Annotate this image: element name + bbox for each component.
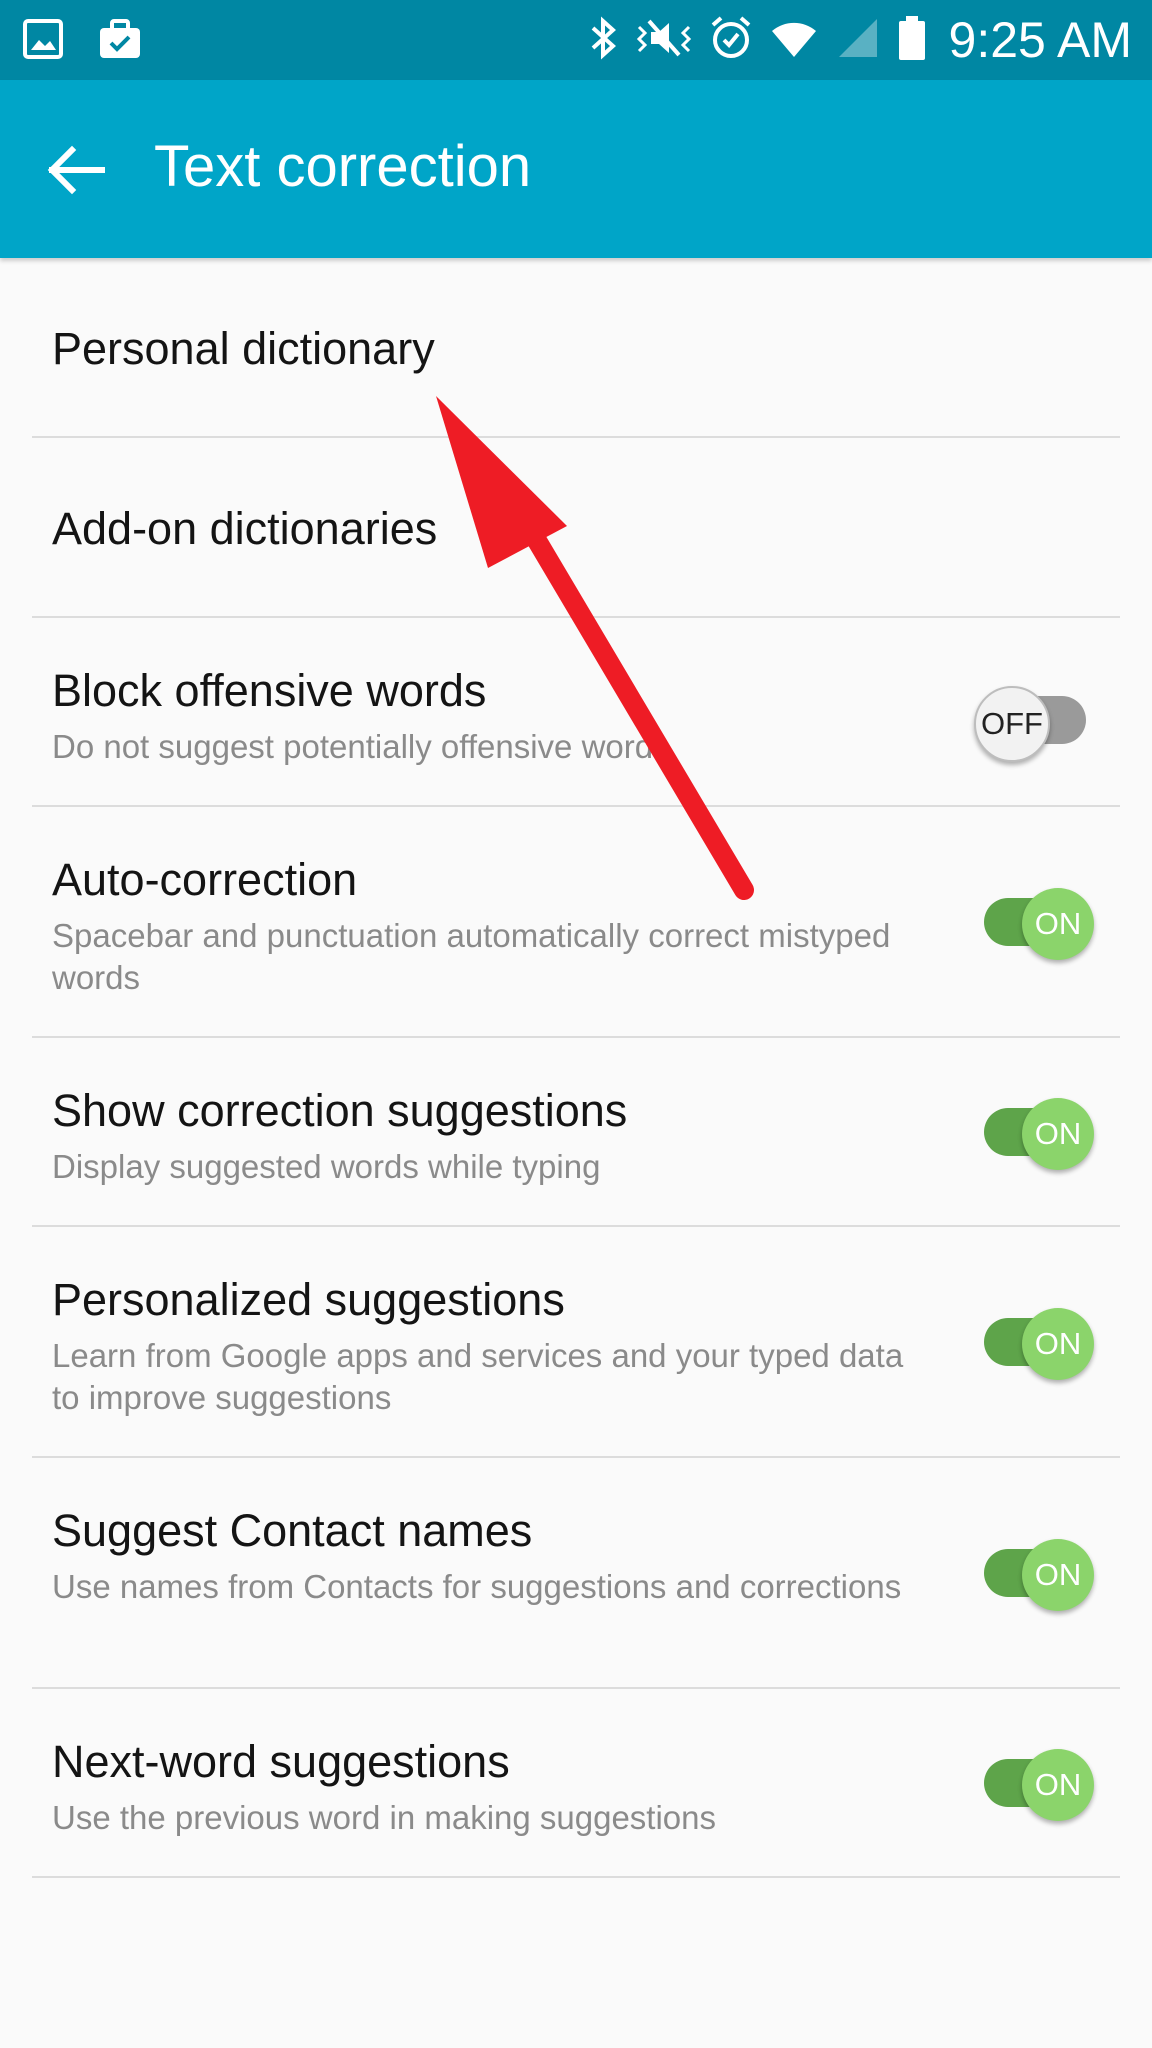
auto-correction-toggle[interactable]: ON (974, 874, 1094, 960)
settings-list: Personal dictionary Add-on dictionaries … (0, 258, 1152, 1878)
setting-title: Show correction suggestions (52, 1085, 628, 1136)
setting-title: Personalized suggestions (52, 1274, 565, 1325)
page-title: Text correction (154, 134, 532, 199)
app-bar: Text correction (0, 80, 1152, 258)
toggle-thumb: OFF (974, 686, 1050, 762)
setting-suggest-contact-names[interactable]: Suggest Contact names Use names from Con… (0, 1458, 1152, 1689)
next-word-suggestions-toggle[interactable]: ON (974, 1735, 1094, 1821)
setting-add-on-dictionaries[interactable]: Add-on dictionaries (0, 438, 1152, 618)
battery-icon (897, 14, 927, 67)
setting-title: Personal dictionary (52, 323, 435, 374)
setting-personalized-suggestions[interactable]: Personalized suggestions Learn from Goog… (0, 1227, 1152, 1458)
suggest-contact-names-toggle[interactable]: ON (974, 1525, 1094, 1611)
vibrate-icon (635, 15, 693, 66)
wifi-icon (769, 15, 819, 66)
toggle-thumb: ON (1022, 1539, 1094, 1611)
toggle-thumb: ON (1022, 1098, 1094, 1170)
setting-title: Auto-correction (52, 854, 358, 905)
setting-title: Next-word suggestions (52, 1736, 510, 1787)
setting-subtitle: Use names from Contacts for suggestions … (52, 1568, 902, 1605)
setting-personal-dictionary[interactable]: Personal dictionary (0, 258, 1152, 438)
gallery-icon (22, 18, 64, 65)
signal-icon (835, 15, 881, 66)
setting-block-offensive-words[interactable]: Block offensive words Do not suggest pot… (0, 618, 1152, 807)
setting-title: Block offensive words (52, 665, 487, 716)
setting-next-word-suggestions[interactable]: Next-word suggestions Use the previous w… (0, 1689, 1152, 1878)
status-bar: 9:25 AM (0, 0, 1152, 80)
setting-title: Add-on dictionaries (52, 503, 438, 554)
setting-subtitle: Use the previous word in making suggesti… (52, 1799, 717, 1836)
setting-subtitle: Display suggested words while typing (52, 1148, 601, 1185)
setting-show-correction-suggestions[interactable]: Show correction suggestions Display sugg… (0, 1038, 1152, 1227)
toggle-thumb: ON (1022, 1308, 1094, 1380)
setting-title: Suggest Contact names (52, 1505, 533, 1556)
setting-subtitle: Do not suggest potentially offensive wor… (52, 728, 670, 765)
toggle-thumb: ON (1022, 1749, 1094, 1821)
personalized-suggestions-toggle[interactable]: ON (974, 1294, 1094, 1380)
divider (32, 1876, 1120, 1878)
setting-auto-correction[interactable]: Auto-correction Spacebar and punctuation… (0, 807, 1152, 1038)
status-time: 9:25 AM (948, 12, 1132, 68)
setting-subtitle: Learn from Google apps and services and … (52, 1337, 904, 1416)
briefcase-icon (98, 18, 142, 65)
arrow-left-icon (44, 145, 108, 206)
bluetooth-icon (589, 15, 619, 66)
alarm-icon (709, 15, 753, 66)
back-button[interactable] (44, 138, 108, 202)
block-offensive-words-toggle[interactable]: OFF (974, 672, 1094, 762)
toggle-thumb: ON (1022, 888, 1094, 960)
setting-subtitle: Spacebar and punctuation automatically c… (52, 917, 891, 996)
show-correction-suggestions-toggle[interactable]: ON (974, 1084, 1094, 1170)
